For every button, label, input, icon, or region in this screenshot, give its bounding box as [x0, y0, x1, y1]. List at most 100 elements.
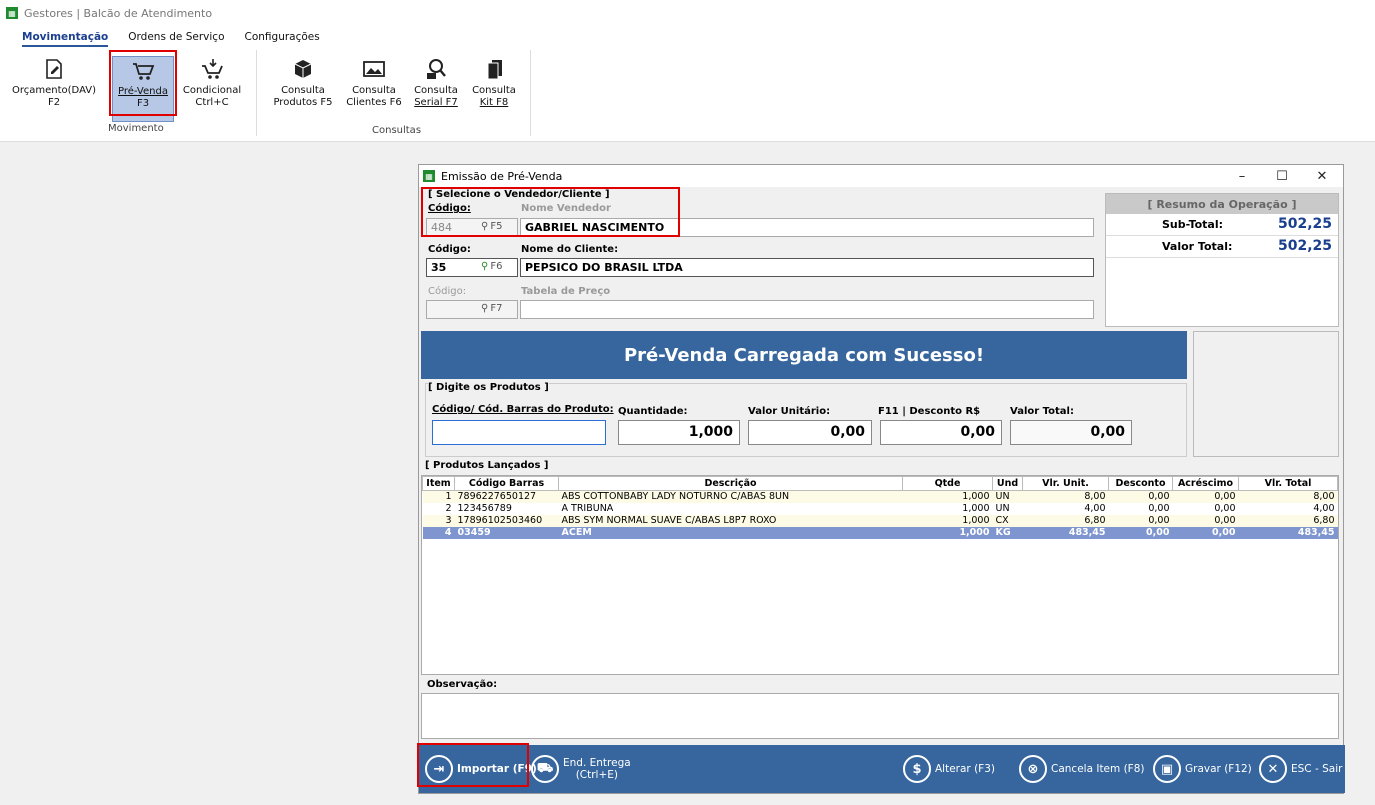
quantidade-label: Quantidade: — [618, 406, 688, 417]
cell: 1 — [422, 490, 455, 503]
quantidade-input[interactable]: 1,000 — [618, 420, 740, 445]
consulta-kit-key: Kit F8 — [479, 97, 509, 108]
valor-unitario-input[interactable]: 0,00 — [748, 420, 872, 445]
observacao-field[interactable] — [421, 693, 1339, 739]
minimize-button[interactable]: – — [1225, 165, 1259, 187]
cliente-nome-field[interactable]: PEPSICO DO BRASIL LTDA — [520, 258, 1094, 277]
col-header[interactable]: Código Barras — [454, 476, 559, 491]
col-header[interactable]: Acréscimo — [1172, 476, 1239, 491]
consulta-kit-button[interactable]: Consulta Kit F8 — [468, 56, 520, 122]
cancel-icon: ⊗ — [1019, 755, 1047, 783]
total-value: 502,25 — [1277, 238, 1332, 254]
user-search-icon: ⚲ — [481, 261, 489, 272]
end-entrega-button[interactable]: ⛟ End. Entrega (Ctrl+E) — [531, 751, 631, 787]
user-search-icon: ⚲ — [481, 303, 489, 314]
gravar-button[interactable]: ▣ Gravar (F12) — [1153, 751, 1252, 787]
col-header[interactable]: Vlr. Unit. — [1022, 476, 1109, 491]
produtos-grid[interactable]: Item Código Barras Descrição Qtde Und Vl… — [421, 475, 1339, 675]
group-separator — [530, 50, 531, 136]
table-row[interactable]: 2 123456789 A TRIBUNA 1,000 UN 4,00 0,00… — [422, 502, 1338, 515]
cell: 17896102503460 — [454, 514, 559, 527]
app-title: Gestores | Balcão de Atendimento — [24, 6, 213, 20]
consulta-clientes-label: Consulta — [352, 85, 396, 96]
tab-ordens-servico[interactable]: Ordens de Serviço — [128, 31, 224, 47]
grid-section-title: [ Produtos Lançados ] — [425, 460, 549, 471]
cart-down-icon — [199, 56, 225, 82]
cell: 6,80 — [1022, 514, 1109, 527]
tab-movimentacao[interactable]: Movimentação — [22, 31, 109, 47]
tabela-lookup-button[interactable]: ⚲ F7 — [481, 303, 502, 314]
cliente-codigo-label: Código: — [428, 244, 471, 255]
cell: ACEM — [558, 526, 903, 539]
cliente-codigo-field[interactable]: 35 — [426, 258, 518, 277]
tabela-codigo-label: Código: — [428, 286, 467, 297]
end-entrega-text: End. Entrega (Ctrl+E) — [563, 757, 631, 781]
cell: 483,45 — [1022, 526, 1109, 539]
exit-icon: ✕ — [1259, 755, 1287, 783]
condicional-button[interactable]: Condicional Ctrl+C — [180, 56, 244, 122]
cancela-item-button[interactable]: ⊗ Cancela Item (F8) — [1019, 751, 1145, 787]
col-header[interactable]: Desconto — [1108, 476, 1173, 491]
tab-configuracoes[interactable]: Configurações — [245, 31, 320, 47]
cliente-lookup-button[interactable]: ⚲ F6 — [481, 261, 502, 272]
consulta-serial-button[interactable]: Consulta Serial F7 — [410, 56, 462, 122]
cell: 7896227650127 — [454, 490, 559, 503]
window-title: Emissão de Pré-Venda — [441, 169, 563, 183]
orcamento-button[interactable]: Orçamento(DAV) F2 — [8, 56, 100, 122]
valor-total-input: 0,00 — [1010, 420, 1132, 445]
col-header[interactable]: Qtde — [902, 476, 993, 491]
money-edit-icon: $ — [903, 755, 931, 783]
maximize-button[interactable]: ☐ — [1265, 165, 1299, 187]
tabela-nome-field[interactable] — [520, 300, 1094, 319]
tabela-nome-label: Tabela de Preço — [521, 286, 611, 297]
stack-icon — [481, 56, 507, 82]
gravar-label: Gravar (F12) — [1185, 763, 1252, 775]
cell: 4,00 — [1022, 502, 1109, 515]
col-header[interactable]: Vlr. Total — [1238, 476, 1338, 491]
end-entrega-key: (Ctrl+E) — [575, 769, 618, 781]
ribbon-tabs: Movimentação Ordens de Serviço Configura… — [22, 31, 340, 47]
subtotal-row: Sub-Total: 502,25 — [1106, 214, 1338, 236]
orcamento-key: F2 — [47, 97, 61, 108]
cell: 4,00 — [1238, 502, 1338, 515]
cell: 0,00 — [1172, 490, 1239, 503]
table-row[interactable]: 1 7896227650127 ABS COTTONBABY LADY NOTU… — [422, 490, 1338, 503]
cell: 123456789 — [454, 502, 559, 515]
cell: 0,00 — [1108, 502, 1173, 515]
consulta-clientes-button[interactable]: Consulta Clientes F6 — [344, 56, 404, 122]
sair-button[interactable]: ✕ ESC - Sair — [1259, 751, 1342, 787]
col-header[interactable]: Descrição — [558, 476, 903, 491]
consulta-produtos-button[interactable]: Consulta Produtos F5 — [272, 56, 334, 122]
group-movimento-label: Movimento — [108, 123, 164, 134]
alterar-button[interactable]: $ Alterar (F3) — [903, 751, 995, 787]
valor-unitario-label: Valor Unitário: — [748, 406, 831, 417]
end-entrega-label: End. Entrega — [563, 757, 631, 769]
alterar-label: Alterar (F3) — [935, 763, 995, 775]
col-header[interactable]: Item — [422, 476, 455, 491]
sair-label: ESC - Sair — [1291, 763, 1343, 775]
consulta-clientes-key: Clientes F6 — [346, 97, 402, 108]
table-row-selected[interactable]: 4 03459 ACEM 1,000 KG 483,45 0,00 0,00 4… — [422, 526, 1338, 539]
total-row: Valor Total: 502,25 — [1106, 236, 1338, 258]
document-edit-icon — [41, 56, 67, 82]
table-header-row: Item Código Barras Descrição Qtde Und Vl… — [422, 476, 1338, 491]
consulta-produtos-key: Produtos F5 — [273, 97, 333, 108]
subtotal-label: Sub-Total: — [1162, 218, 1224, 231]
close-button[interactable]: ✕ — [1305, 165, 1339, 187]
codigo-produto-input[interactable] — [432, 420, 606, 445]
table-row[interactable]: 3 17896102503460 ABS SYM NORMAL SUAVE C/… — [422, 514, 1338, 527]
cancela-label: Cancela Item (F8) — [1051, 763, 1145, 775]
cell: 2 — [422, 502, 455, 515]
cell: 03459 — [454, 526, 559, 539]
app-titlebar: ▦ Gestores | Balcão de Atendimento — [0, 0, 1375, 26]
cell: 483,45 — [1238, 526, 1338, 539]
magnifier-icon — [423, 56, 449, 82]
cell: 0,00 — [1108, 490, 1173, 503]
tabela-codigo-field[interactable] — [426, 300, 518, 319]
desconto-input[interactable]: 0,00 — [880, 420, 1002, 445]
cell: A TRIBUNA — [558, 502, 903, 515]
product-image-box — [1193, 331, 1339, 457]
group-separator — [256, 50, 257, 136]
cell: 0,00 — [1108, 526, 1173, 539]
col-header[interactable]: Und — [992, 476, 1023, 491]
